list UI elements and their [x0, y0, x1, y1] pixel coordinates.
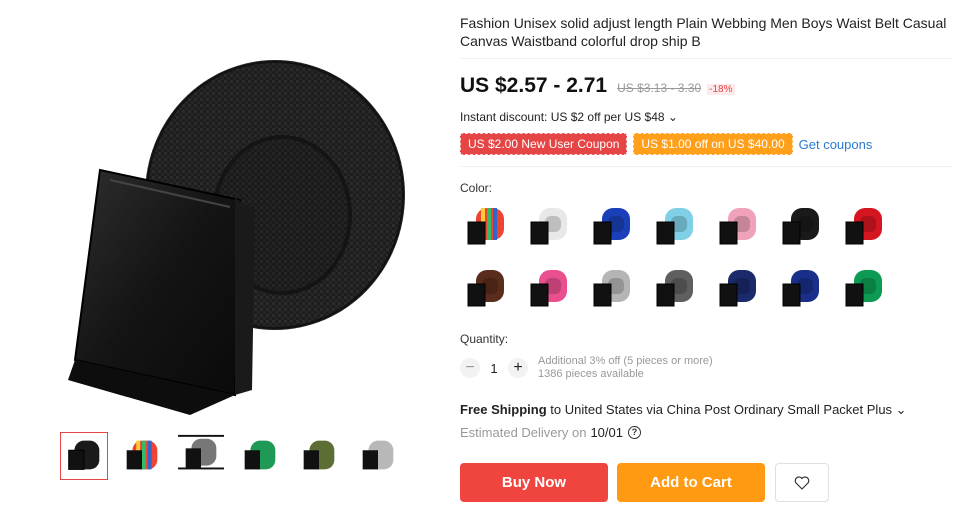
thumbnail-3[interactable]	[177, 432, 225, 480]
color-swatch[interactable]	[712, 200, 764, 252]
decrease-quantity-button[interactable]: −	[460, 358, 480, 378]
free-shipping-label: Free Shipping	[460, 402, 547, 417]
product-title: Fashion Unisex solid adjust length Plain…	[460, 15, 947, 49]
wishlist-button[interactable]	[775, 463, 829, 502]
current-price: US $2.57 - 2.71	[460, 74, 608, 97]
color-swatch[interactable]	[460, 200, 512, 252]
delivery-label: Estimated Delivery on	[460, 425, 587, 440]
quantity-stepper: − 1 + Additional 3% off (5 pieces or mor…	[460, 355, 713, 381]
thumbnail-1[interactable]	[60, 432, 108, 480]
divider	[460, 58, 952, 59]
add-to-cart-button[interactable]: Add to Cart	[617, 463, 765, 502]
buy-now-button[interactable]: Buy Now	[460, 463, 608, 502]
color-swatch[interactable]	[523, 200, 575, 252]
color-swatch[interactable]	[775, 200, 827, 252]
delivery-date: 10/01	[590, 425, 623, 440]
thumbnail-6[interactable]	[354, 432, 402, 480]
color-swatch[interactable]	[838, 200, 890, 252]
color-swatch[interactable]	[838, 262, 890, 314]
divider	[460, 166, 952, 167]
belt-photo-icon	[68, 60, 405, 415]
increase-quantity-button[interactable]: +	[508, 358, 528, 378]
shipping-info[interactable]: Free Shipping to United States via China…	[460, 402, 907, 418]
thumbnail-4[interactable]	[236, 432, 284, 480]
stock-available: 1386 pieces available	[538, 368, 644, 380]
color-swatch[interactable]	[712, 262, 764, 314]
color-swatch[interactable]	[586, 262, 638, 314]
color-label: Color:	[460, 181, 493, 195]
main-product-image	[20, 20, 420, 415]
quantity-label: Quantity:	[460, 332, 509, 346]
color-swatch[interactable]	[523, 262, 575, 314]
color-swatch[interactable]	[775, 262, 827, 314]
color-swatch[interactable]	[649, 200, 701, 252]
store-coupon[interactable]: US $1.00 off on US $40.00	[633, 133, 793, 155]
action-buttons: Buy Now Add to Cart	[460, 463, 829, 502]
new-user-coupon[interactable]: US $2.00 New User Coupon	[460, 133, 628, 155]
bulk-offer: Additional 3% off (5 pieces or more)	[538, 355, 713, 367]
thumbnail-2[interactable]	[118, 432, 166, 480]
heart-icon	[794, 475, 810, 490]
color-swatch[interactable]	[586, 200, 638, 252]
color-swatch[interactable]	[460, 262, 512, 314]
help-icon[interactable]: ?	[628, 426, 641, 439]
quantity-value[interactable]: 1	[480, 361, 508, 376]
price-row: US $2.57 - 2.71 US $3.13 - 3.30 -18%	[460, 74, 735, 98]
instant-discount[interactable]: Instant discount: US $2 off per US $48 ⌄	[460, 110, 678, 124]
get-coupons-link[interactable]: Get coupons	[799, 137, 873, 152]
original-price: US $3.13 - 3.30	[617, 81, 702, 95]
quantity-info: Additional 3% off (5 pieces or more) 138…	[538, 355, 713, 381]
discount-badge: -18%	[707, 84, 735, 95]
color-swatch[interactable]	[649, 262, 701, 314]
coupon-row: US $2.00 New User Coupon US $1.00 off on…	[460, 133, 872, 155]
estimated-delivery: Estimated Delivery on 10/01 ?	[460, 425, 641, 440]
thumbnail-5[interactable]	[295, 432, 343, 480]
shipping-method: to United States via China Post Ordinary…	[546, 402, 907, 417]
